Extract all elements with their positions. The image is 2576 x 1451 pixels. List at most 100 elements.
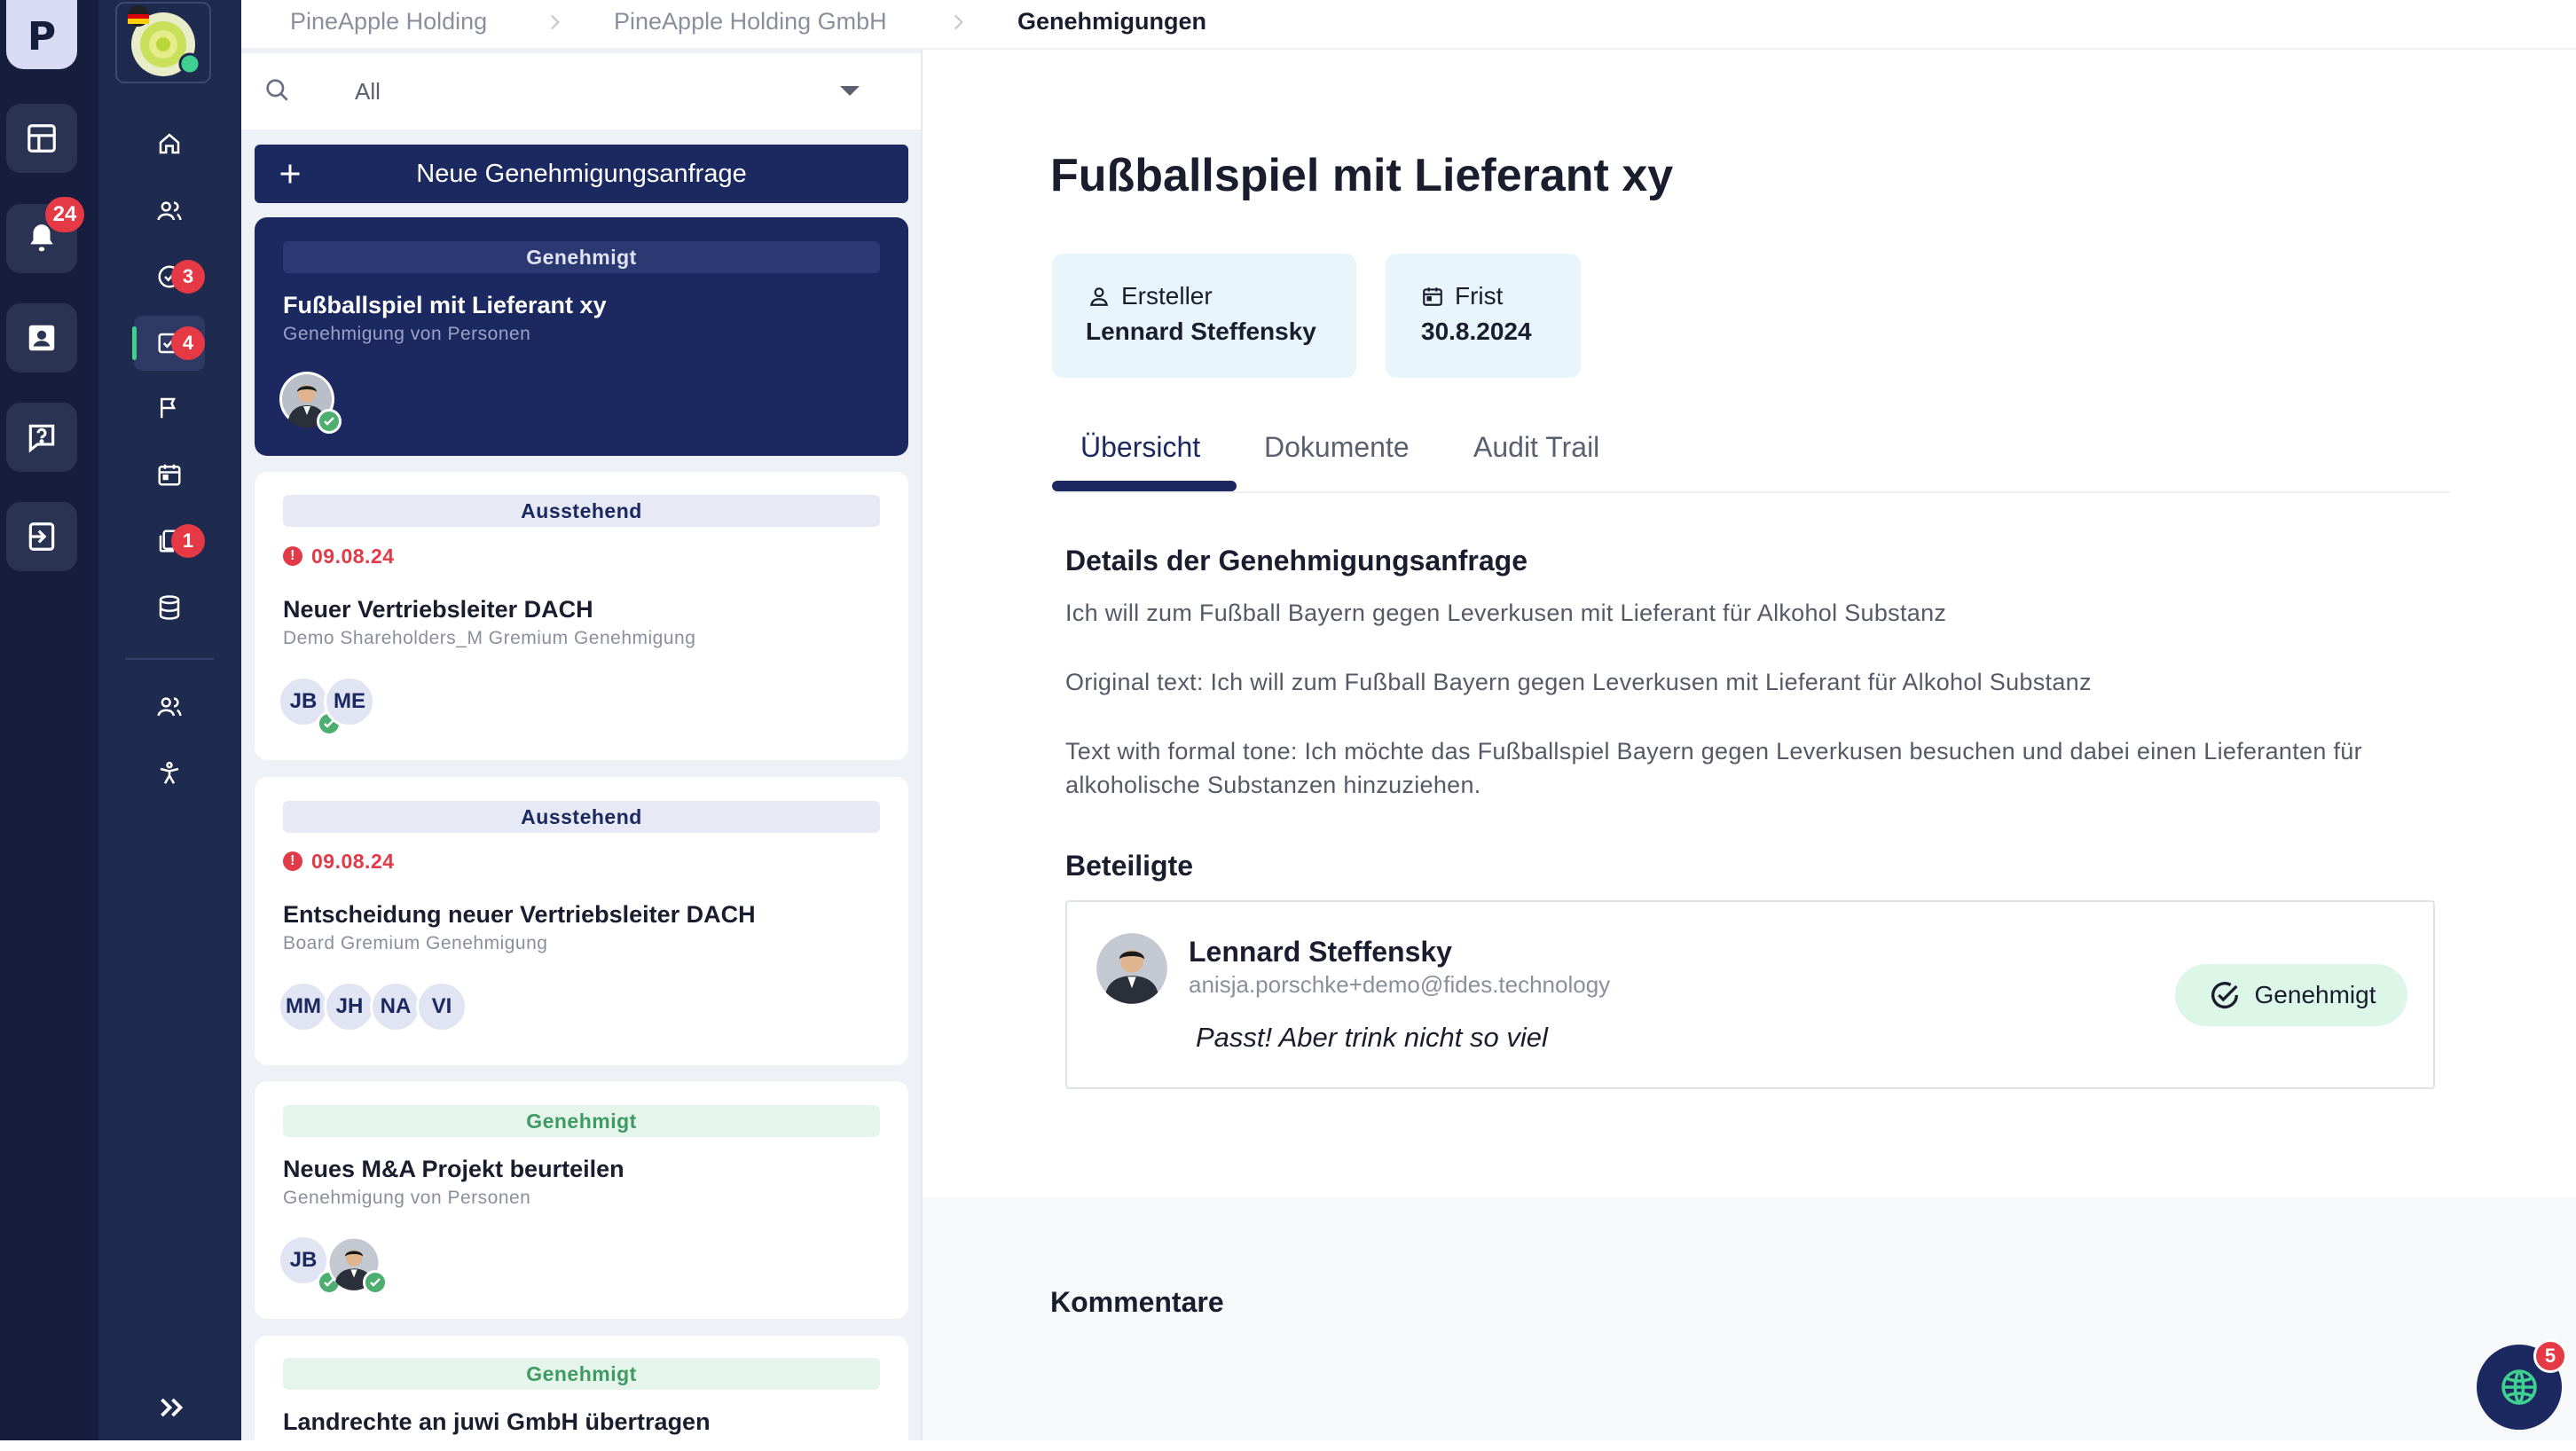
participant-email: anisja.porschke+demo@fides.technology (1189, 971, 1611, 998)
details-paragraph: Text with formal tone: Ich möchte das Fu… (1065, 738, 2362, 798)
filter-value: All (355, 78, 381, 105)
check-circle-icon (2211, 982, 2238, 1009)
card-title: Landrechte an juwi GmbH übertragen (283, 1408, 711, 1435)
tabs-divider (1052, 491, 2450, 493)
plus-icon (280, 164, 300, 184)
approval-status-label: Genehmigt (2254, 981, 2376, 1008)
due-date: ! 09.08.24 (283, 543, 395, 569)
creator-name: Lennard Steffensky (1086, 318, 1316, 345)
nav-sidebar: 3 4 1 (98, 0, 241, 1440)
breadcrumb: PineApple Holding PineApple Holding GmbH… (241, 0, 2576, 50)
user-photo-avatar (1096, 933, 1167, 1004)
filter-bar: All (241, 53, 921, 129)
help-icon (28, 424, 55, 453)
nav-people[interactable] (134, 184, 205, 239)
status-badge: Ausstehend (283, 801, 880, 833)
help-button[interactable] (6, 403, 77, 472)
approval-card[interactable]: Genehmigt Neues M&A Projekt beurteilen G… (255, 1081, 908, 1319)
card-title: Fußballspiel mit Lieferant xy (283, 292, 607, 318)
nav-accessibility[interactable] (134, 746, 205, 801)
card-subtitle: Genehmigung von Personen (283, 1188, 531, 1208)
search-icon[interactable] (263, 76, 292, 105)
home-icon (159, 133, 180, 154)
deadline-chip: Frist 30.8.2024 (1386, 254, 1581, 378)
nav-database[interactable] (134, 580, 205, 635)
breadcrumb-item[interactable]: PineApple Holding (290, 0, 487, 43)
participant-initials: VI (416, 981, 467, 1032)
due-date-text: 09.08.24 (311, 544, 395, 568)
database-icon (159, 595, 180, 620)
assistant-fab[interactable]: 5 (2477, 1339, 2567, 1430)
nav-home[interactable] (134, 116, 205, 171)
contacts-button[interactable] (6, 303, 77, 373)
approval-card[interactable]: Genehmigt Fußballspiel mit Lieferant xy … (255, 217, 908, 456)
creator-label: Ersteller (1121, 282, 1213, 310)
tab-overview[interactable]: Übersicht (1080, 431, 1200, 464)
alert-icon: ! (283, 851, 302, 871)
nav-documents[interactable]: 1 (134, 514, 205, 569)
nav-divider (125, 658, 214, 660)
tab-audit-trail[interactable]: Audit Trail (1473, 431, 1599, 464)
participant-avatars (278, 370, 342, 434)
nav-flags[interactable] (134, 380, 205, 435)
fab-badge: 5 (2533, 1339, 2567, 1373)
organization-avatar[interactable] (115, 2, 211, 83)
users-icon (157, 201, 182, 221)
card-subtitle: Genehmigung von Personen (283, 324, 531, 344)
logout-button[interactable] (6, 502, 77, 571)
user-icon (1090, 287, 1108, 306)
nav-team[interactable] (134, 679, 205, 734)
participant-initials: MM (278, 981, 329, 1032)
participant-initials: ME (324, 676, 375, 727)
dashboard-button[interactable] (6, 104, 77, 173)
notifications-button[interactable]: 24 (6, 197, 84, 273)
tab-documents[interactable]: Dokumente (1264, 431, 1410, 464)
card-title: Entscheidung neuer Vertriebsleiter DACH (283, 901, 756, 928)
workspace-logo[interactable]: P (6, 0, 77, 69)
card-title: Neues M&A Projekt beurteilen (283, 1156, 624, 1182)
approved-check-icon (363, 1270, 388, 1295)
approval-list-panel: All Neue Genehmigungsanfrage Genehmigt F… (241, 0, 923, 1451)
participant-name: Lennard Steffensky (1189, 936, 1452, 968)
expand-sidebar-button[interactable] (136, 1380, 207, 1435)
nav-approvals[interactable]: 3 (134, 249, 205, 304)
breadcrumb-current: Genehmigungen (1017, 7, 1207, 35)
caret-down-icon (840, 86, 860, 96)
due-date: ! 09.08.24 (283, 848, 395, 875)
deadline-value: 30.8.2024 (1421, 318, 1532, 345)
due-date-text: 09.08.24 (311, 849, 395, 873)
nav-decisions[interactable]: 4 (132, 316, 205, 371)
approval-card[interactable]: Ausstehend ! 09.08.24 Entscheidung neuer… (255, 777, 908, 1065)
flag-icon (161, 397, 177, 419)
accessibility-icon (160, 761, 179, 784)
comments-heading: Kommentare (1050, 1286, 1224, 1318)
new-request-button[interactable]: Neue Genehmigungsanfrage (255, 145, 908, 203)
participant-card: Lennard Steffensky anisja.porschke+demo@… (1065, 900, 2435, 1089)
globe-icon (2501, 1369, 2537, 1405)
team-icon (157, 697, 182, 717)
logout-icon (28, 522, 55, 551)
status-badge: Ausstehend (283, 495, 880, 527)
card-subtitle: Board Gremium Genehmigung (283, 933, 548, 953)
card-title: Neuer Vertriebsleiter DACH (283, 596, 593, 623)
status-badge: Genehmigt (283, 1105, 880, 1137)
decisions-badge: 4 (171, 326, 205, 360)
documents-badge: 1 (171, 524, 205, 558)
comments-section (923, 1197, 2576, 1440)
nav-calendar[interactable] (134, 447, 205, 502)
approval-card[interactable]: Genehmigt Landrechte an juwi GmbH übertr… (255, 1336, 908, 1451)
filter-select[interactable]: All (326, 53, 911, 129)
breadcrumb-item[interactable]: PineApple Holding GmbH (614, 0, 887, 43)
active-tab-indicator (1052, 481, 1237, 491)
approvals-badge: 3 (171, 260, 205, 294)
details-heading: Details der Genehmigungsanfrage (1065, 545, 1528, 576)
contact-card-icon (28, 325, 55, 351)
participants-heading: Beteiligte (1065, 850, 1194, 882)
details-paragraph: Ich will zum Fußball Bayern gegen Leverk… (1065, 600, 1947, 626)
approval-card[interactable]: Ausstehend ! 09.08.24 Neuer Vertriebslei… (255, 472, 908, 760)
creator-chip: Ersteller Lennard Steffensky (1052, 254, 1356, 378)
approved-check-icon (317, 409, 342, 434)
status-badge: Genehmigt (283, 1358, 880, 1390)
card-subtitle: Demo Shareholders_M Gremium Genehmigung (283, 628, 696, 648)
deadline-label: Frist (1455, 282, 1504, 310)
